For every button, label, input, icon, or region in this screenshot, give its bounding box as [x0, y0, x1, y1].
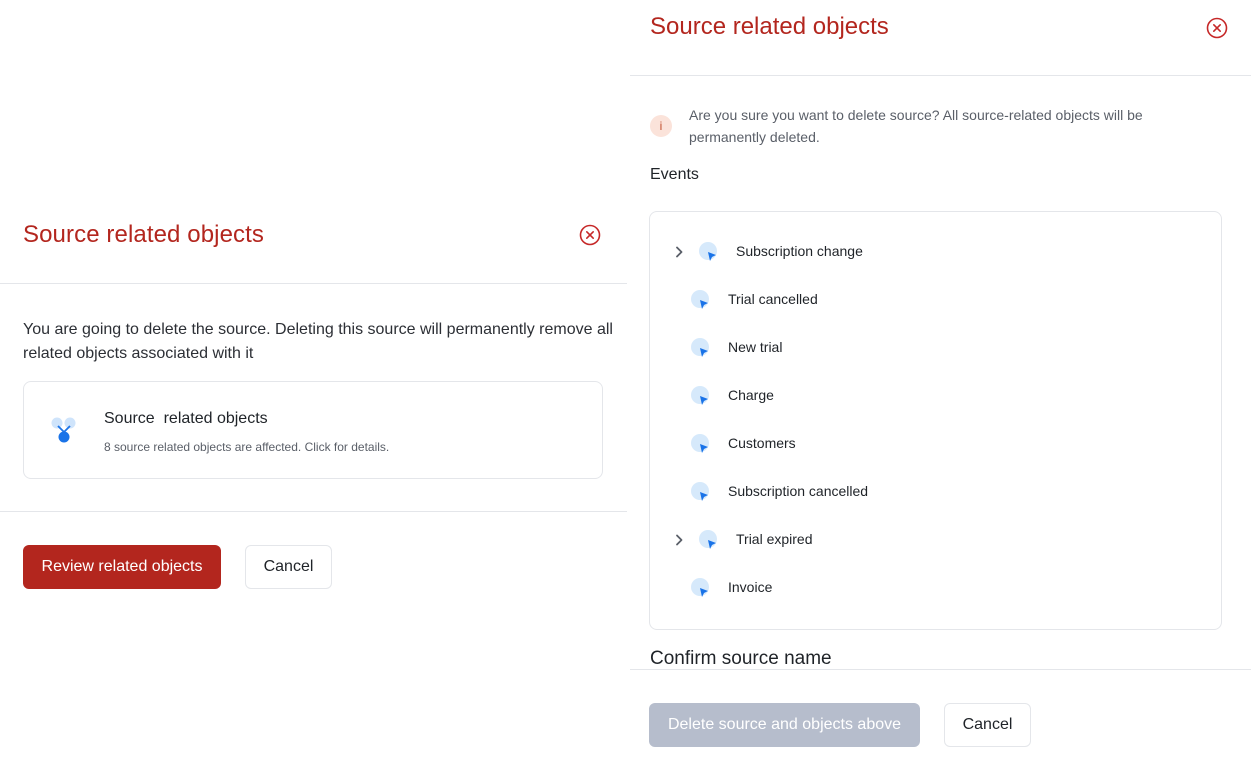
info-icon: i	[650, 115, 672, 137]
warning-notice: Are you sure you want to delete source? …	[689, 107, 1143, 145]
event-item-trial-cancelled[interactable]: Trial cancelled	[650, 280, 1221, 320]
event-icon	[690, 433, 712, 455]
modal-title: Source related objects	[23, 221, 265, 248]
event-icon	[690, 385, 712, 407]
delete-source-button[interactable]: Delete source and objects above	[649, 703, 920, 747]
event-icon	[690, 289, 712, 311]
divider	[630, 669, 1251, 670]
event-label: Subscription cancelled	[728, 483, 869, 499]
event-icon	[698, 529, 720, 551]
event-icon	[690, 337, 712, 359]
card-subtitle: 8 source related objects are affected. C…	[104, 440, 390, 454]
event-icon	[690, 481, 712, 503]
event-item-subscription-cancelled[interactable]: Subscription cancelled	[650, 472, 1221, 512]
event-item-subscription-change[interactable]: Subscription change	[650, 232, 1221, 272]
confirm-source-name-label: Confirm source name	[650, 648, 832, 669]
event-label: Subscription change	[736, 243, 863, 259]
chevron-right-icon[interactable]	[670, 531, 688, 549]
event-icon	[698, 241, 720, 263]
delete-source-modal: Source related objects You are going to …	[0, 0, 627, 760]
modal-title: Source related objects	[650, 13, 889, 40]
cancel-button[interactable]: Cancel	[944, 703, 1031, 747]
modal-description: You are going to delete the source. Dele…	[23, 321, 613, 362]
close-icon[interactable]	[1206, 17, 1228, 39]
related-objects-card[interactable]: Source related objects 8 source related …	[23, 381, 603, 479]
events-list: Subscription change Trial cancelled New …	[649, 211, 1222, 630]
event-label: Customers	[728, 435, 796, 451]
event-label: Trial expired	[736, 531, 813, 547]
event-label: Invoice	[728, 579, 773, 595]
event-item-charge[interactable]: Charge	[650, 376, 1221, 416]
close-icon[interactable]	[579, 224, 601, 246]
event-item-trial-expired[interactable]: Trial expired	[650, 520, 1221, 560]
chevron-right-icon[interactable]	[670, 243, 688, 261]
divider	[630, 75, 1251, 76]
card-title: Source related objects	[104, 410, 268, 427]
event-icon	[690, 577, 712, 599]
event-label: Charge	[728, 387, 774, 403]
event-label: New trial	[728, 339, 783, 355]
event-item-customers[interactable]: Customers	[650, 424, 1221, 464]
related-objects-detail-modal: Source related objects i Are you sure yo…	[628, 0, 1251, 760]
event-label: Trial cancelled	[728, 291, 818, 307]
event-item-new-trial[interactable]: New trial	[650, 328, 1221, 368]
divider	[0, 283, 627, 284]
review-related-objects-button[interactable]: Review related objects	[23, 545, 221, 589]
divider	[0, 511, 627, 512]
events-heading: Events	[650, 166, 699, 183]
source-objects-icon	[49, 416, 79, 446]
event-item-invoice[interactable]: Invoice	[650, 568, 1221, 608]
cancel-button[interactable]: Cancel	[245, 545, 332, 589]
